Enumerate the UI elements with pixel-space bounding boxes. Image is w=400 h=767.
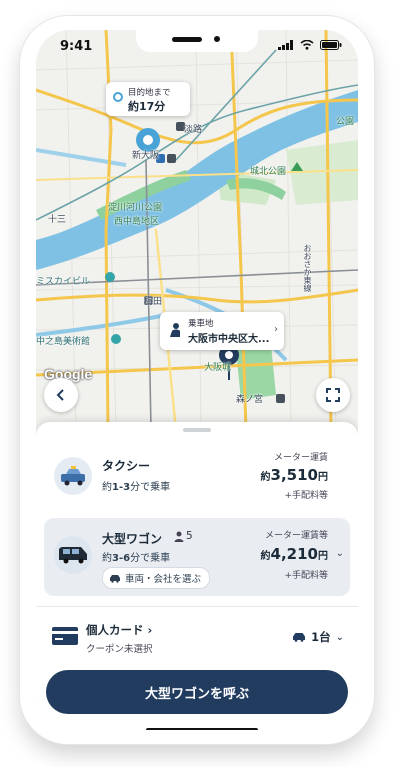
fare-amount: 3,510	[270, 466, 318, 484]
fare-prefix: 約	[260, 551, 271, 562]
pickup-address: 大阪市中央区大...	[188, 334, 270, 345]
home-indicator[interactable]	[146, 728, 258, 730]
ride-name: 大型ワゴン	[102, 532, 163, 546]
notch-speaker	[172, 37, 202, 42]
pickup-label: 乗車地	[188, 319, 214, 329]
map-label-jokoku: 城北公園	[250, 167, 287, 177]
ride-name: タクシー	[102, 459, 151, 473]
coupon-status[interactable]: クーポン未選択	[86, 641, 153, 655]
map-label-koen: 公園	[336, 117, 355, 127]
pickup-callout[interactable]: 乗車地 大阪市中央区大... ›	[160, 312, 284, 350]
car-icon	[110, 574, 120, 583]
status-bar: 9:41	[36, 30, 358, 60]
eta-range: 3-6	[112, 553, 131, 564]
fare-value: 約4,210円	[261, 545, 328, 563]
credit-card-icon	[52, 627, 78, 645]
status-icons	[278, 40, 342, 50]
destination-eta-callout: 目的地まで 約17分	[106, 82, 190, 116]
destination-eta: 約17分	[128, 100, 166, 113]
seat-count-value: 5	[186, 530, 193, 542]
map-label-right-vertical: おおさか東線	[303, 244, 312, 292]
fullscreen-button[interactable]	[316, 378, 350, 412]
fare-unit: 円	[318, 551, 328, 562]
fare-amount: 4,210	[270, 545, 318, 563]
map-label-osakajo: 大阪城	[204, 363, 232, 373]
choose-vehicle-button[interactable]: 車両・会社を選ぶ	[102, 567, 211, 589]
fare-prefix: 約	[260, 472, 271, 483]
map-label-nishinakajima: 西中島地区	[114, 217, 160, 227]
choose-vehicle-label: 車両・会社を選ぶ	[125, 574, 202, 585]
car-icon	[293, 633, 306, 642]
notch	[136, 30, 258, 52]
chevron-down-icon[interactable]: ⌄	[336, 548, 344, 559]
eta-prefix: 約	[102, 553, 112, 564]
signal-icon	[278, 40, 293, 50]
payment-card-label: 個人カード	[86, 623, 144, 637]
fare-label: メーター運賃等	[264, 531, 328, 541]
ride-options-sheet: タクシー 約1-3分で乗車 メーター運賃 約3,510円 +手配料等 大型ワゴン…	[36, 422, 358, 730]
map-label-nakanoshima: 中之島美術館	[36, 337, 91, 347]
map-label-morinomiya: 森ノ宮	[236, 395, 264, 405]
back-button[interactable]	[44, 378, 78, 412]
call-wagon-button[interactable]: 大型ワゴンを呼ぶ	[46, 670, 348, 714]
map-label-yodogawa: 淀川河川公園	[108, 203, 163, 213]
divider	[36, 606, 358, 607]
payment-method[interactable]: 個人カード ›	[86, 622, 152, 638]
eta-suffix: 分で乗車	[130, 482, 171, 493]
eta-range: 1-3	[112, 482, 131, 493]
status-time: 9:41	[60, 39, 93, 54]
van-icon	[54, 536, 92, 574]
ride-eta: 約3-6分で乗車	[102, 549, 170, 564]
vehicle-count: 1台	[311, 630, 331, 644]
ride-eta: 約1-3分で乗車	[102, 478, 170, 493]
fare-extra: +手配料等	[284, 571, 328, 581]
fare-label: メーター運賃	[273, 453, 328, 463]
sheet-handle[interactable]	[183, 428, 211, 432]
chevron-down-icon: ⌄	[335, 631, 344, 643]
eta-prefix: 約	[102, 482, 112, 493]
map-label-umeda: 梅田	[144, 297, 163, 307]
map-label-sky: ミスカイビル	[36, 277, 91, 287]
map-label-awaji: 淡路	[184, 125, 203, 135]
fare-extra: +手配料等	[284, 491, 328, 501]
ride-option-taxi[interactable]: タクシー 約1-3分で乗車 メーター運賃 約3,510円 +手配料等	[44, 442, 350, 510]
destination-label: 目的地まで	[128, 88, 171, 98]
person-icon	[174, 531, 184, 542]
app-screen: 新大阪 淡路 城北公園 淀川河川公園 西中島地区 十三 ミスカイビル 梅田 中之…	[36, 30, 358, 730]
phone-frame: 新大阪 淡路 城北公園 淀川河川公園 西中島地区 十三 ミスカイビル 梅田 中之…	[20, 16, 374, 744]
ride-option-wagon[interactable]: 大型ワゴン 5 約3-6分で乗車 車両・会社を選ぶ メーター運賃等 約4,210…	[44, 518, 350, 596]
seat-count: 5	[174, 530, 193, 542]
wifi-icon	[300, 40, 314, 50]
notch-camera	[214, 36, 220, 42]
taxi-icon	[54, 457, 92, 495]
fare-unit: 円	[318, 472, 328, 483]
person-pin-icon	[168, 322, 182, 338]
map-view[interactable]: 新大阪 淡路 城北公園 淀川河川公園 西中島地区 十三 ミスカイビル 梅田 中之…	[36, 30, 358, 430]
battery-icon	[320, 40, 342, 50]
fullscreen-icon	[326, 388, 340, 402]
map-label-tosu: 十三	[48, 215, 67, 225]
destination-icon	[113, 92, 123, 102]
map-label-shin-osaka: 新大阪	[132, 151, 160, 161]
eta-suffix: 分で乗車	[130, 553, 171, 564]
chevron-right-icon: ›	[274, 324, 278, 335]
vehicle-count-selector[interactable]: 1台 ⌄	[292, 629, 344, 645]
fare-value: 約3,510円	[261, 466, 328, 484]
chevron-left-icon	[56, 389, 64, 401]
